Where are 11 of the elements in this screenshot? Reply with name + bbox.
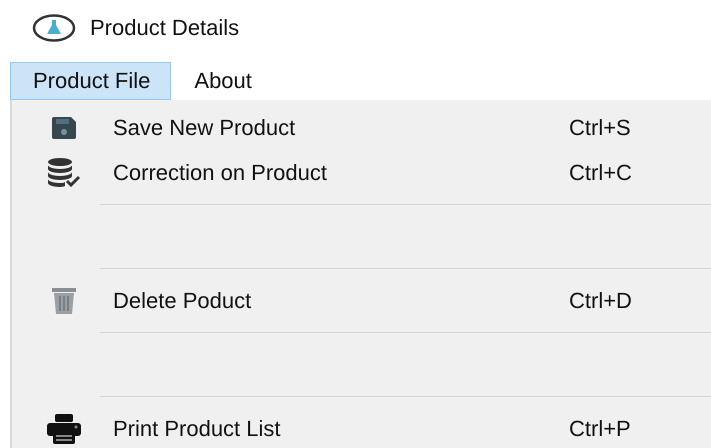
database-check-icon [46, 158, 80, 188]
menu-item[interactable]: Print Product List Ctrl+P [12, 406, 711, 448]
menu-item[interactable]: Save New Product Ctrl+S [12, 105, 711, 150]
flask-icon [32, 14, 76, 42]
window-title: Product Details [90, 15, 240, 41]
menu-bar-item[interactable]: Product File [10, 62, 172, 100]
menu-bar-item[interactable]: About [171, 62, 273, 100]
printer-icon [46, 414, 80, 444]
menu-item[interactable]: Correction on Product Ctrl+C [12, 150, 711, 195]
trash-icon [50, 286, 76, 314]
menu-item[interactable]: Delete Poduct Ctrl+D [12, 278, 711, 323]
